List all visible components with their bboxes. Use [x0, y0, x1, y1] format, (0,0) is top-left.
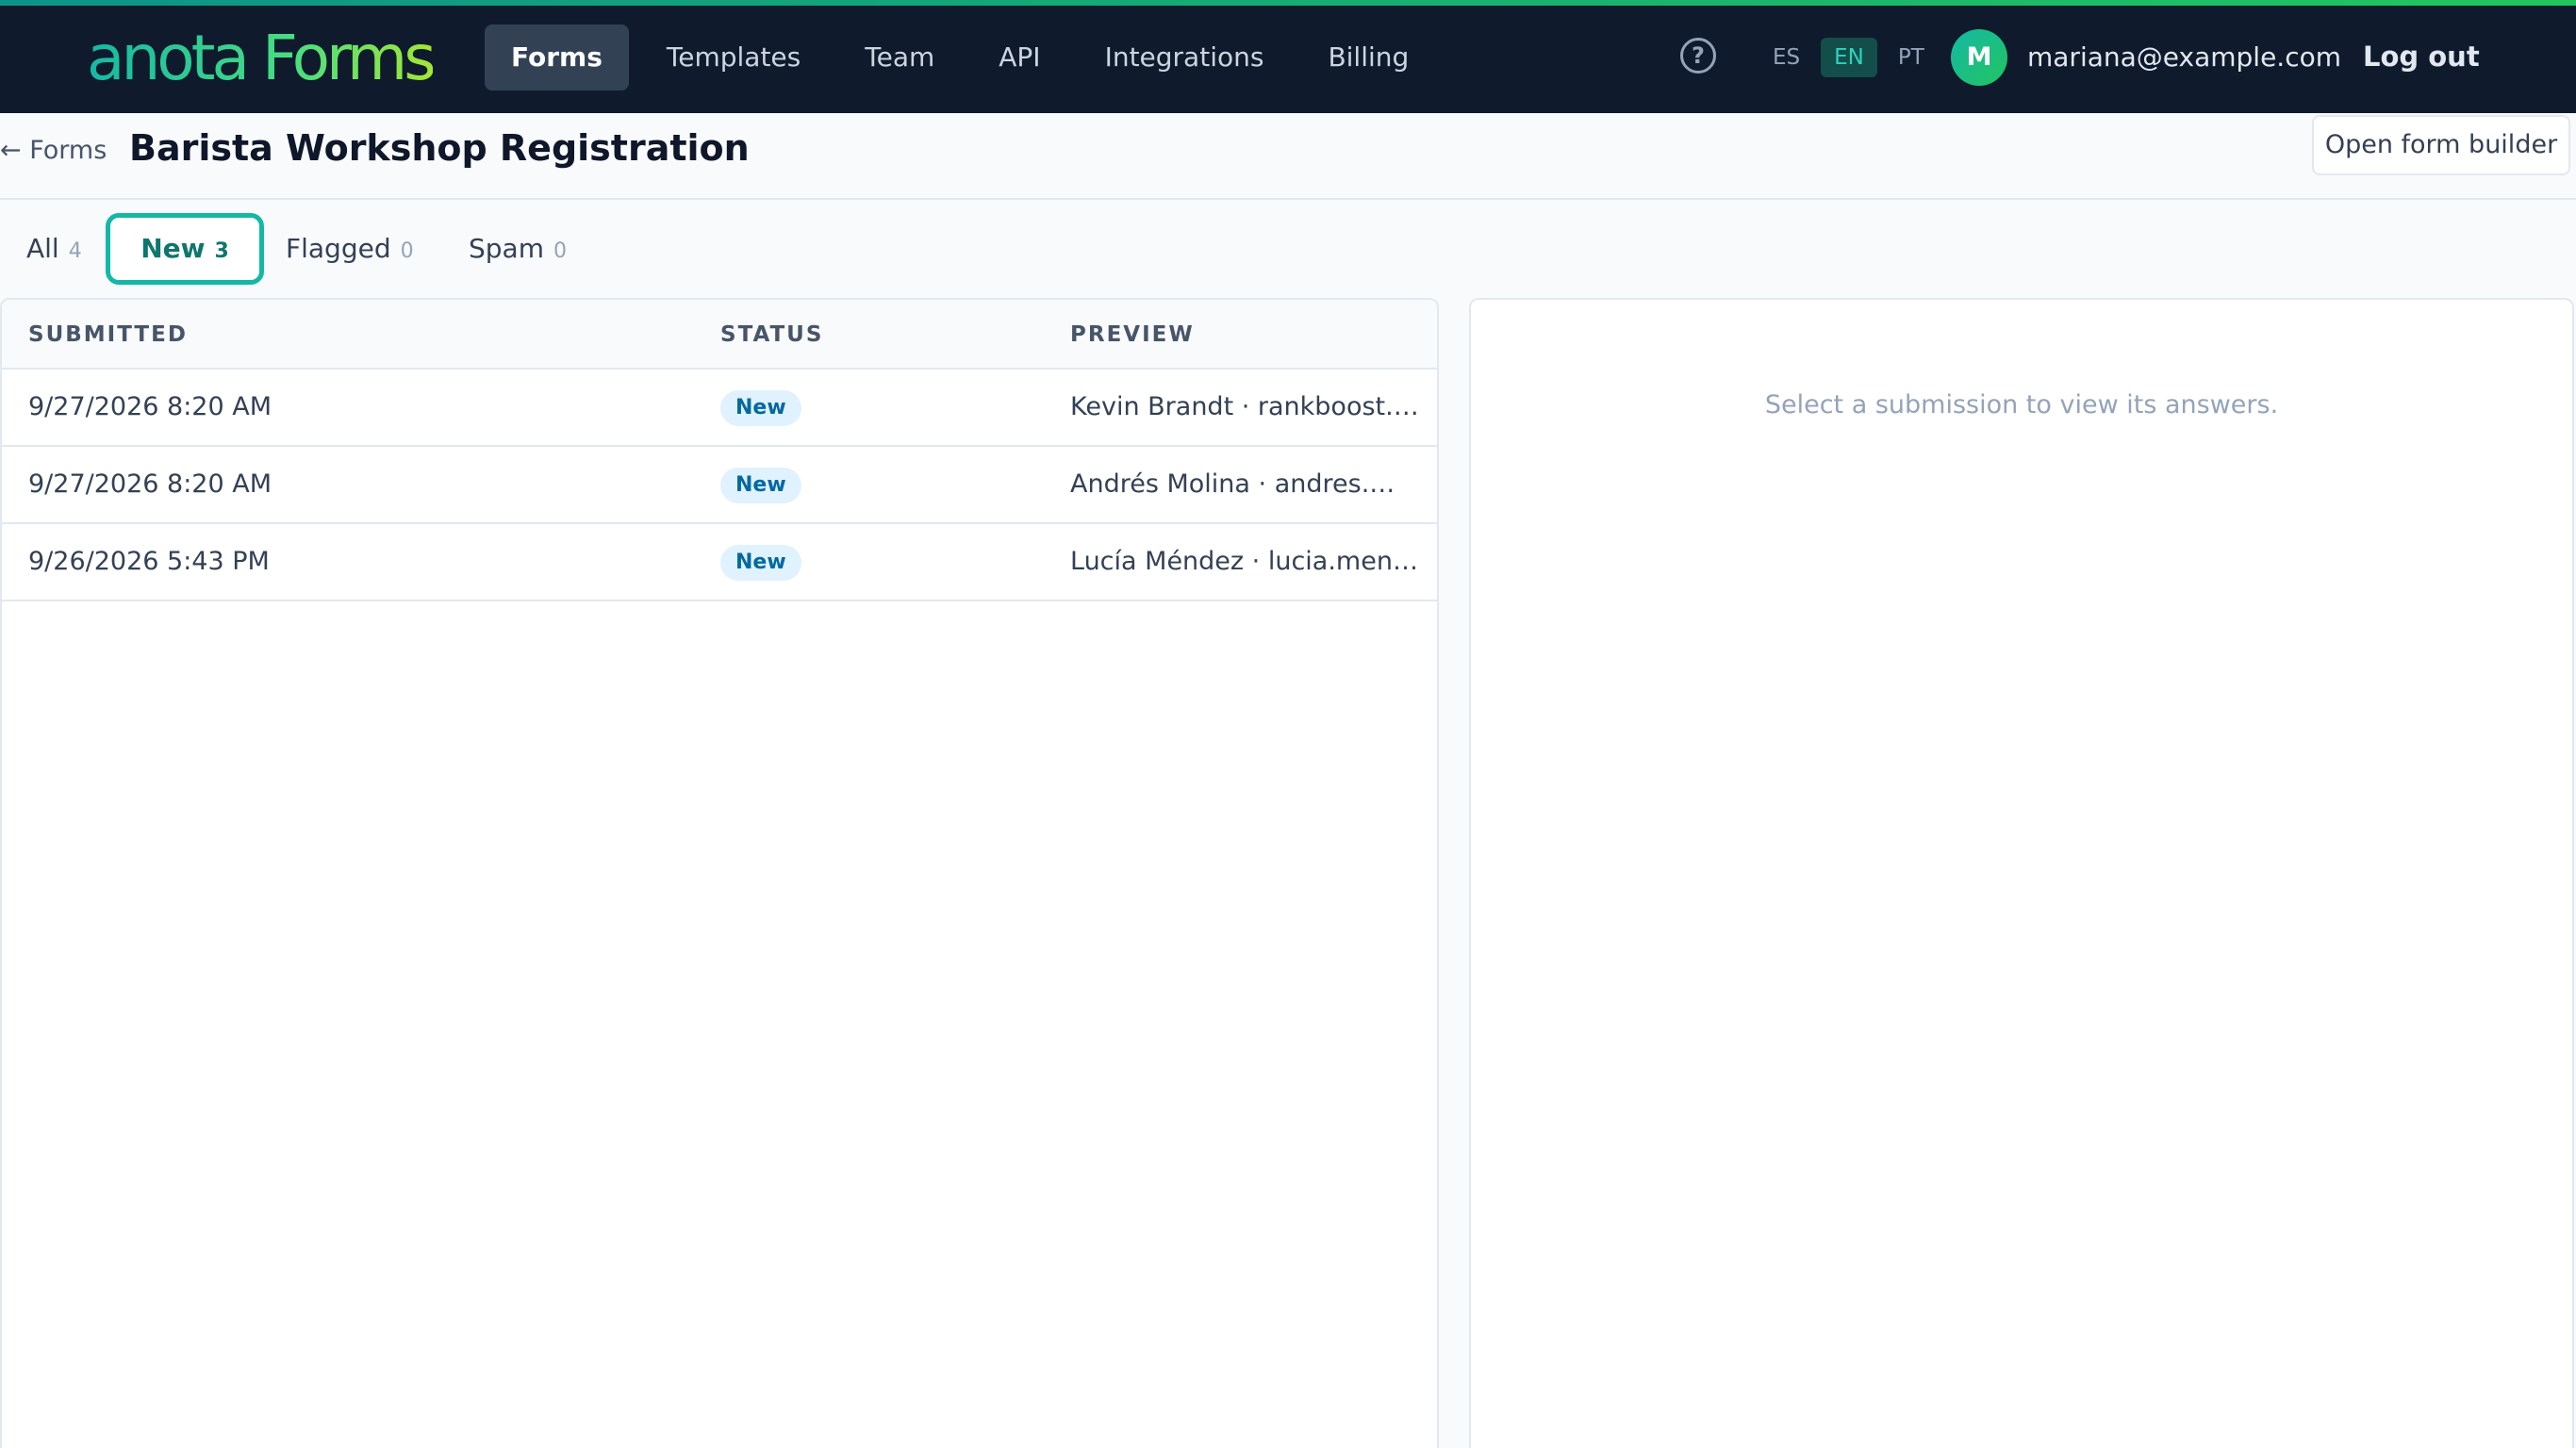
preview-text: Andrés Molina · andres.moli... — [1070, 469, 1419, 499]
accent-stripe — [0, 0, 2576, 6]
status-badge: New — [720, 390, 801, 426]
preview-text: Kevin Brandt · rankboost.seo... — [1070, 392, 1419, 421]
status-badge: New — [720, 545, 801, 581]
tab-count: 4 — [68, 239, 82, 263]
tab-all[interactable]: All 4 — [26, 213, 82, 285]
submitted-date: 9/26/2026 5:43 PM — [28, 547, 270, 576]
tab-new[interactable]: New 3 — [106, 213, 264, 285]
nav-api[interactable]: API — [972, 25, 1066, 90]
empty-state-message: Select a submission to view its answers. — [1764, 390, 2279, 420]
tab-count: 3 — [214, 239, 229, 263]
tab-count: 0 — [400, 239, 414, 263]
main-nav: Forms Templates Team API Integrations Bi… — [485, 25, 1446, 90]
preview-text: Lucía Méndez · lucia.mendez... — [1070, 547, 1419, 576]
logout-button[interactable]: Log out — [2363, 36, 2480, 77]
open-form-builder-button[interactable]: Open form builder — [2312, 115, 2570, 175]
tab-count: 0 — [553, 239, 567, 263]
submissions-table: SUBMITTED STATUS PREVIEW 9/27/2026 8:20 … — [0, 298, 1439, 1448]
submitted-date: 9/27/2026 8:20 AM — [28, 469, 272, 499]
table-row[interactable]: 9/26/2026 5:43 PM New Lucía Méndez · luc… — [2, 524, 1437, 601]
tab-label: All — [26, 233, 59, 264]
page-header: ← Forms Barista Workshop Registration Op… — [0, 113, 2576, 200]
table-header: SUBMITTED STATUS PREVIEW — [2, 300, 1437, 370]
table-row[interactable]: 9/27/2026 8:20 AM New Kevin Brandt · ran… — [2, 370, 1437, 447]
tab-label: New — [140, 233, 206, 264]
tab-label: Spam — [469, 233, 544, 264]
avatar[interactable]: M — [1951, 29, 2007, 86]
lang-es[interactable]: ES — [1759, 38, 1813, 77]
column-header-submitted[interactable]: SUBMITTED — [28, 300, 188, 370]
tab-label: Flagged — [286, 233, 391, 264]
user-email: mariana@example.com — [2027, 41, 2342, 73]
app-root: anota Forms Forms Templates Team API Int… — [0, 0, 2576, 1448]
lang-pt[interactable]: PT — [1885, 38, 1938, 77]
tab-spam[interactable]: Spam 0 — [469, 213, 567, 285]
nav-templates[interactable]: Templates — [640, 25, 827, 90]
tab-flagged[interactable]: Flagged 0 — [286, 213, 414, 285]
nav-forms[interactable]: Forms — [485, 25, 629, 90]
nav-integrations[interactable]: Integrations — [1079, 25, 1291, 90]
nav-billing[interactable]: Billing — [1301, 25, 1435, 90]
page-title: Barista Workshop Registration — [129, 127, 750, 169]
table-row[interactable]: 9/27/2026 8:20 AM New Andrés Molina · an… — [2, 447, 1437, 524]
nav-team[interactable]: Team — [838, 25, 961, 90]
question-circle-icon[interactable]: ? — [1680, 38, 1716, 74]
column-header-status[interactable]: STATUS — [720, 300, 823, 370]
app-logo[interactable]: anota Forms — [87, 21, 437, 96]
lang-en[interactable]: EN — [1821, 38, 1877, 77]
top-navbar: anota Forms Forms Templates Team API Int… — [0, 0, 2576, 113]
status-badge: New — [720, 468, 801, 503]
language-switcher: ES EN PT — [1759, 38, 1945, 77]
back-to-forms-link[interactable]: ← Forms — [0, 132, 107, 170]
column-header-preview[interactable]: PREVIEW — [1070, 300, 1195, 370]
submission-detail-panel: Select a submission to view its answers. — [1469, 298, 2574, 1448]
submitted-date: 9/27/2026 8:20 AM — [28, 392, 272, 421]
